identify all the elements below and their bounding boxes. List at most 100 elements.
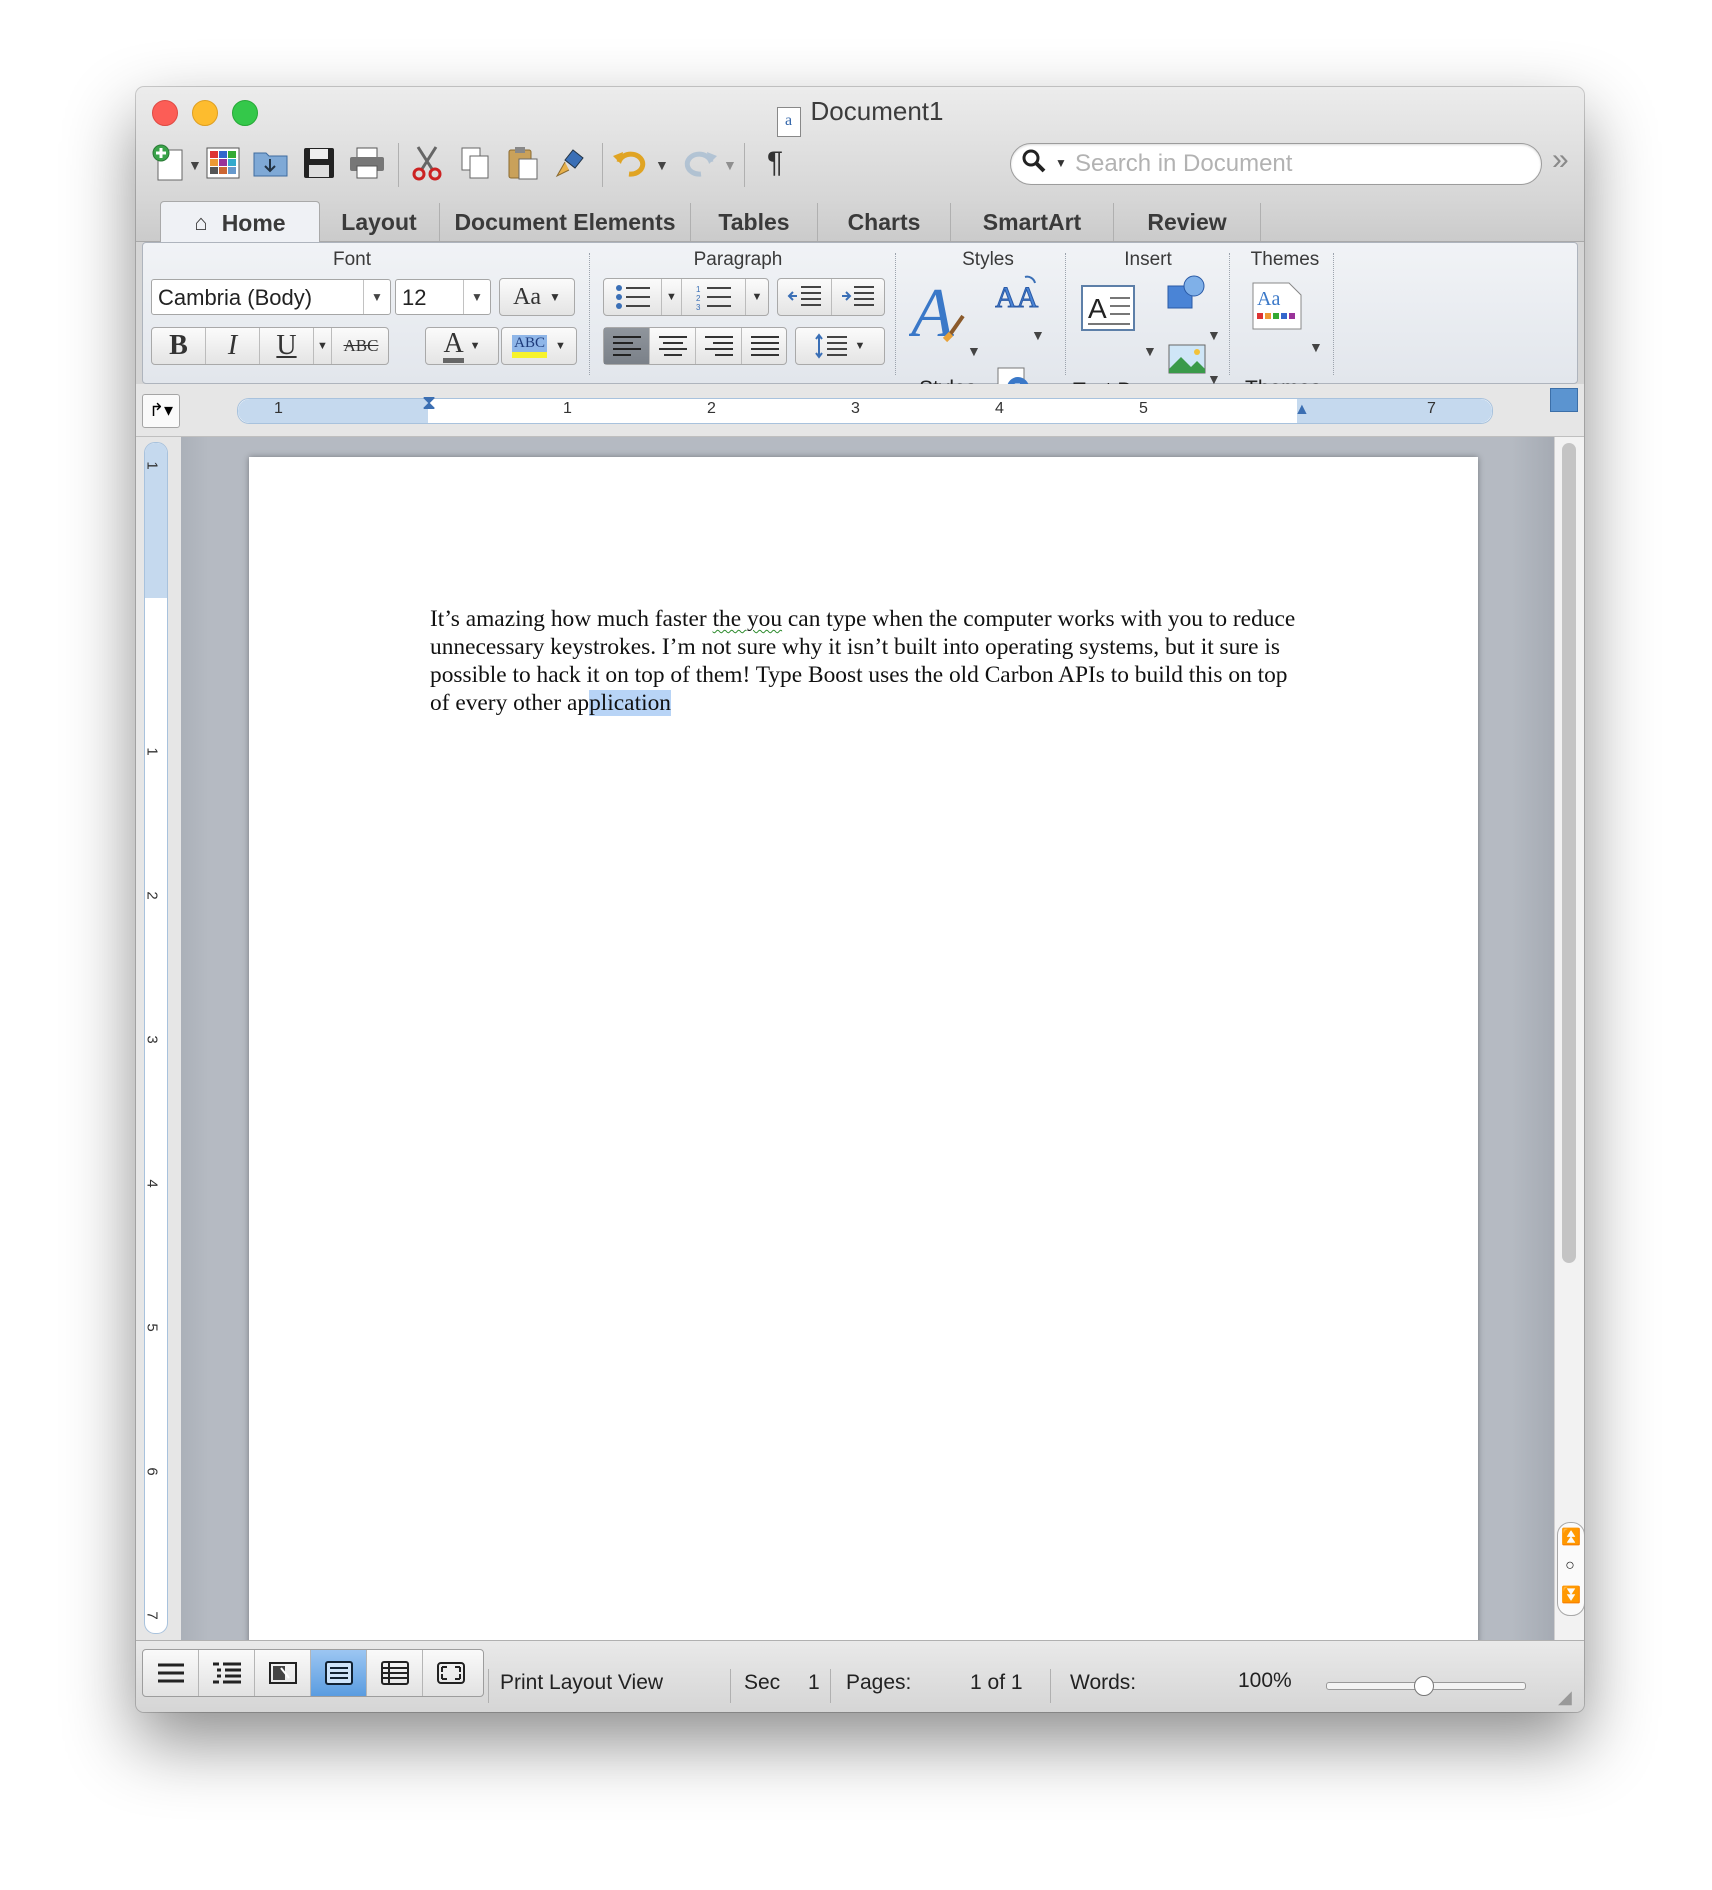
justify-icon[interactable] <box>742 328 788 364</box>
format-painter-icon[interactable] <box>548 140 594 186</box>
ruler-label: 4 <box>144 1179 161 1188</box>
search-options-arrow-icon[interactable]: ▼ <box>1055 156 1067 170</box>
redo-icon[interactable] <box>676 140 722 186</box>
tab-layout[interactable]: Layout <box>319 203 440 241</box>
vertical-scrollbar[interactable]: ⏫ ○ ⏬ <box>1554 437 1584 1640</box>
underline-dropdown-icon[interactable]: ▼ <box>314 328 332 364</box>
status-divider <box>488 1669 489 1703</box>
svg-text:3: 3 <box>696 303 701 310</box>
outline-view-icon[interactable] <box>199 1650 255 1696</box>
print-icon[interactable] <box>344 140 390 186</box>
body-text-segment: It’s amazing how much faster <box>430 606 713 632</box>
tab-smartart[interactable]: SmartArt <box>951 203 1114 241</box>
publishing-layout-view-icon[interactable] <box>255 1650 311 1696</box>
chevron-down-icon[interactable]: ▼ <box>1031 327 1045 343</box>
paste-icon[interactable] <box>500 140 546 186</box>
document-body-text[interactable]: It’s amazing how much faster the you can… <box>430 605 1310 717</box>
tab-document-elements[interactable]: Document Elements <box>440 203 691 241</box>
redo-dropdown-icon[interactable]: ▼ <box>723 157 737 173</box>
text-effects-icon[interactable]: AA <box>995 273 1041 313</box>
increase-indent-icon[interactable] <box>832 279 884 315</box>
chevron-down-icon[interactable]: ▼ <box>746 279 768 315</box>
autocomplete-suggestion-selection: plication <box>589 690 671 716</box>
cut-icon[interactable] <box>404 140 450 186</box>
toolbar-overflow-icon[interactable]: » <box>1552 143 1569 177</box>
align-center-icon[interactable] <box>650 328 696 364</box>
chevron-down-icon[interactable]: ▼ <box>463 280 490 314</box>
ruler-label: 6 <box>144 1467 161 1476</box>
group-separator <box>895 253 896 375</box>
line-spacing-button[interactable]: ▼ <box>795 327 885 365</box>
status-divider <box>1050 1669 1051 1703</box>
text-box-icon[interactable]: A <box>1075 277 1141 339</box>
open-folder-icon[interactable] <box>248 140 294 186</box>
ruler-label: 4 <box>995 400 1004 417</box>
search-input[interactable] <box>1073 149 1527 179</box>
draft-view-icon[interactable] <box>143 1650 199 1696</box>
font-size-combo[interactable]: 12 ▼ <box>395 279 491 315</box>
chevron-down-icon: ▼ <box>549 290 561 304</box>
section-value: 1 <box>808 1671 820 1694</box>
chevron-down-icon[interactable]: ▼ <box>363 280 390 314</box>
print-layout-view-icon[interactable] <box>311 1650 367 1696</box>
picture-icon[interactable] <box>1165 339 1209 379</box>
search-box[interactable]: ▼ <box>1010 143 1542 185</box>
italic-button[interactable]: I <box>206 328 260 364</box>
undo-dropdown-icon[interactable]: ▼ <box>655 157 669 173</box>
strikethrough-button[interactable]: ABC <box>332 328 390 364</box>
first-line-indent-marker[interactable]: ⧗ <box>422 392 436 415</box>
chevron-down-icon: ▼ <box>554 340 566 352</box>
tab-tables[interactable]: Tables <box>691 203 818 241</box>
title-toolbar: a Document1 ▼ ▼ ▼ ¶ ▼ Search in Document… <box>136 87 1584 199</box>
vertical-ruler-area: 1 1 2 3 4 5 6 7 <box>136 437 181 1640</box>
window-title: a Document1 <box>136 96 1584 137</box>
themes-gallery-icon[interactable]: Aa <box>1247 277 1307 335</box>
undo-icon[interactable] <box>608 140 654 186</box>
chevron-down-icon[interactable]: ▼ <box>1143 343 1157 359</box>
tab-charts[interactable]: Charts <box>818 203 951 241</box>
font-name-combo[interactable]: Cambria (Body) ▼ <box>151 279 391 315</box>
chevron-down-icon[interactable]: ▼ <box>662 279 682 315</box>
notebook-layout-view-icon[interactable] <box>367 1650 423 1696</box>
document-page[interactable]: It’s amazing how much faster the you can… <box>249 457 1478 1657</box>
underline-button[interactable]: U <box>260 328 314 364</box>
next-page-icon[interactable]: ⏬ <box>1561 1585 1581 1611</box>
tab-stop-selector[interactable]: ↱▾ <box>142 394 180 428</box>
bold-button[interactable]: B <box>152 328 206 364</box>
themes-icon-text: Aa <box>1257 288 1280 310</box>
ruler-toggle-icon[interactable] <box>1550 388 1578 412</box>
text-style-buttons: B I U ▼ ABC <box>151 327 389 365</box>
scrollbar-thumb[interactable] <box>1562 443 1576 1263</box>
highlight-button[interactable]: ABC ▼ <box>501 327 577 365</box>
full-screen-view-icon[interactable] <box>423 1650 479 1696</box>
new-document-icon[interactable] <box>146 140 192 186</box>
search-icon[interactable] <box>1021 148 1047 181</box>
vertical-ruler[interactable]: 1 1 2 3 4 5 6 7 <box>144 442 168 1634</box>
horizontal-ruler[interactable]: 1 1 2 3 4 5 7 ⧗ ▲ <box>237 392 1493 424</box>
zoom-slider-knob[interactable] <box>1414 1676 1434 1696</box>
chevron-down-icon[interactable]: ▼ <box>1309 339 1323 355</box>
right-indent-marker[interactable]: ▲ <box>1294 401 1310 419</box>
gallery-icon[interactable] <box>200 140 246 186</box>
show-formatting-icon[interactable]: ¶ <box>752 140 798 186</box>
chevron-down-icon[interactable]: ▼ <box>1207 327 1221 343</box>
chevron-down-icon[interactable]: ▼ <box>967 343 981 359</box>
styles-gallery-icon[interactable]: A <box>909 277 979 345</box>
decrease-indent-icon[interactable] <box>778 279 832 315</box>
change-case-button[interactable]: Aa ▼ <box>499 278 575 316</box>
bullets-icon[interactable] <box>604 279 662 315</box>
save-icon[interactable] <box>296 140 342 186</box>
font-color-button[interactable]: A ▼ <box>425 327 499 365</box>
grammar-error-squiggle[interactable]: the you <box>713 606 783 632</box>
tab-review[interactable]: Review <box>1114 203 1261 241</box>
ruler-label: 2 <box>144 891 161 900</box>
copy-icon[interactable] <box>452 140 498 186</box>
shapes-icon[interactable] <box>1165 273 1209 313</box>
tab-home[interactable]: ⌂ Home <box>160 201 320 244</box>
align-left-icon[interactable] <box>604 328 650 364</box>
resize-grip-icon[interactable]: ◢ <box>1558 1687 1572 1708</box>
numbering-icon[interactable]: 123 <box>682 279 746 315</box>
align-right-icon[interactable] <box>696 328 742 364</box>
browse-object-icon[interactable]: ○ <box>1561 1557 1579 1583</box>
previous-page-icon[interactable]: ⏫ <box>1561 1527 1581 1553</box>
